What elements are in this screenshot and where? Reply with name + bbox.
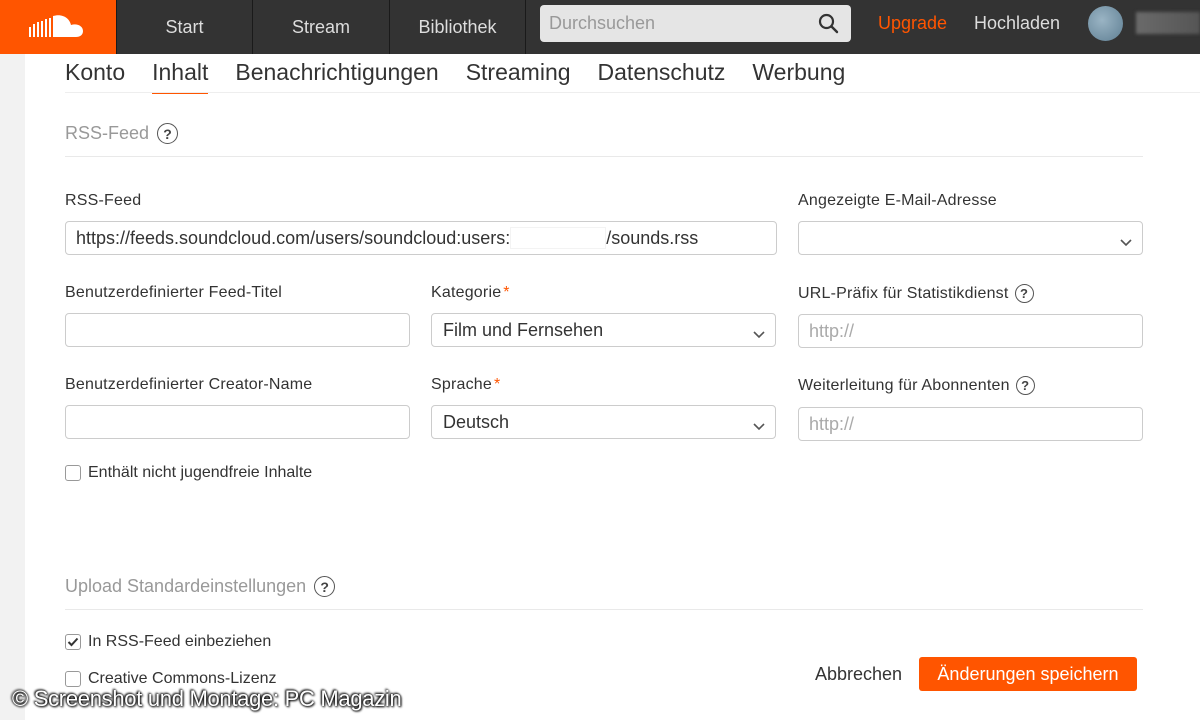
search-icon[interactable] [818, 13, 839, 39]
include-rss-checkbox-row[interactable]: In RSS-Feed einbeziehen [65, 633, 271, 651]
username-redacted[interactable] [1136, 12, 1200, 34]
settings-tabs: Konto Inhalt Benachrichtigungen Streamin… [65, 58, 872, 94]
explicit-content-checkbox[interactable] [65, 465, 81, 481]
email-select[interactable] [798, 221, 1143, 255]
url-prefix-label: URL-Präfix für Statistikdienst ? [798, 284, 1034, 303]
redacted-user-id [510, 227, 607, 249]
save-changes-button[interactable]: Änderungen speichern [919, 657, 1137, 691]
tab-werbung[interactable]: Werbung [752, 58, 845, 94]
tab-inhalt[interactable]: Inhalt [152, 58, 209, 94]
tab-datenschutz[interactable]: Datenschutz [598, 58, 726, 94]
copyright-watermark: © Screenshot und Montage: PC Magazin [12, 686, 402, 711]
redirect-label-text: Weiterleitung für Abonnenten [798, 376, 1010, 394]
category-label-text: Kategorie [431, 284, 502, 301]
upload-defaults-title-text: Upload Standardeinstellungen [65, 576, 307, 596]
help-icon[interactable]: ? [314, 576, 336, 597]
help-icon[interactable]: ? [1014, 284, 1034, 303]
avatar[interactable] [1088, 6, 1123, 41]
include-rss-checkbox[interactable] [65, 634, 81, 650]
rss-feed-url-suffix: /sounds.rss [606, 227, 699, 248]
include-rss-label: In RSS-Feed einbeziehen [88, 633, 272, 650]
search-input[interactable] [540, 5, 800, 42]
language-label: Sprache * [431, 376, 500, 394]
creator-name-input[interactable] [65, 405, 410, 439]
search-box [540, 5, 851, 42]
chevron-down-icon [1119, 232, 1133, 253]
rss-section-title-text: RSS-Feed [65, 123, 150, 143]
creator-name-label: Benutzerdefinierter Creator-Name [65, 376, 313, 393]
settings-panel: Konto Inhalt Benachrichtigungen Streamin… [25, 54, 1200, 720]
explicit-content-checkbox-row[interactable]: Enthält nicht jugendfreie Inhalte [65, 464, 312, 482]
nav-library[interactable]: Bibliothek [390, 0, 526, 54]
soundcloud-logo-icon[interactable] [0, 0, 116, 54]
top-nav-bar: Start Stream Bibliothek Upgrade Hochlade… [0, 0, 1200, 54]
redirect-label: Weiterleitung für Abonnenten ? [798, 376, 1035, 395]
help-icon[interactable]: ? [157, 123, 179, 144]
tabs-divider [65, 92, 1200, 93]
category-value: Film und Fernsehen [443, 319, 604, 340]
nav-stream[interactable]: Stream [253, 0, 390, 54]
language-value: Deutsch [443, 411, 510, 432]
rss-section-title: RSS-Feed ? [65, 123, 179, 144]
upload-link[interactable]: Hochladen [974, 13, 1060, 34]
url-prefix-input[interactable] [798, 314, 1143, 348]
upload-defaults-title: Upload Standardeinstellungen ? [65, 576, 336, 597]
nav-start[interactable]: Start [116, 0, 253, 54]
required-mark: * [494, 376, 501, 393]
chevron-down-icon [752, 416, 766, 437]
email-label: Angezeigte E-Mail-Adresse [798, 192, 997, 209]
language-label-text: Sprache [431, 376, 492, 393]
feed-title-input[interactable] [65, 313, 410, 347]
url-prefix-label-text: URL-Präfix für Statistikdienst [798, 284, 1009, 302]
required-mark: * [503, 284, 510, 301]
feed-title-label: Benutzerdefinierter Feed-Titel [65, 284, 283, 301]
cancel-button[interactable]: Abbrechen [815, 664, 902, 685]
category-select[interactable]: Film und Fernsehen [431, 313, 776, 347]
divider [65, 156, 1143, 157]
upgrade-link[interactable]: Upgrade [878, 13, 947, 34]
tab-konto[interactable]: Konto [65, 58, 125, 94]
language-select[interactable]: Deutsch [431, 405, 776, 439]
category-label: Kategorie * [431, 284, 510, 302]
chevron-down-icon [752, 324, 766, 345]
rss-feed-url-prefix: https://feeds.soundcloud.com/users/sound… [76, 227, 511, 248]
cc-license-checkbox[interactable] [65, 671, 81, 687]
tab-benachrichtigungen[interactable]: Benachrichtigungen [235, 58, 438, 94]
checkmark-icon [67, 637, 79, 647]
redirect-input[interactable] [798, 407, 1143, 441]
help-icon[interactable]: ? [1015, 376, 1035, 395]
explicit-content-label: Enthält nicht jugendfreie Inhalte [88, 464, 313, 481]
divider [65, 609, 1143, 610]
tab-streaming[interactable]: Streaming [466, 58, 571, 94]
rss-feed-label: RSS-Feed [65, 192, 142, 209]
rss-feed-url-field[interactable]: https://feeds.soundcloud.com/users/sound… [65, 221, 777, 255]
